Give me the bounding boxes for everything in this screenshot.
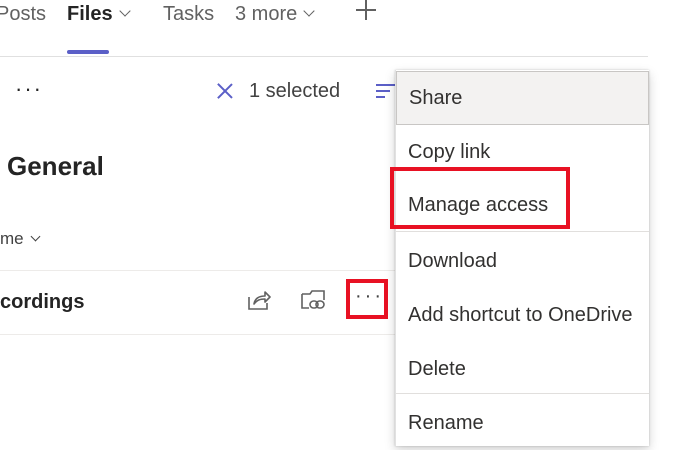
- column-header-name[interactable]: me: [0, 229, 41, 249]
- menu-item-delete[interactable]: Delete: [396, 342, 649, 396]
- add-tab-icon[interactable]: [354, 0, 378, 24]
- list-divider: [0, 334, 400, 335]
- active-tab-indicator: [67, 50, 109, 54]
- column-header-label: me: [0, 229, 24, 248]
- command-more-button[interactable]: ···: [15, 78, 43, 100]
- row-more-button[interactable]: ···: [346, 279, 388, 319]
- selection-count: 1 selected: [249, 80, 341, 102]
- tab-tasks[interactable]: Tasks: [163, 2, 214, 26]
- menu-divider: [396, 393, 649, 394]
- menu-item-add-shortcut[interactable]: Add shortcut to OneDrive: [396, 288, 649, 342]
- tabbar-divider: [0, 56, 648, 57]
- chevron-down-icon: [118, 5, 131, 17]
- menu-item-rename[interactable]: Rename: [396, 396, 649, 450]
- tab-files-label: Files: [67, 3, 113, 25]
- list-divider: [0, 270, 400, 271]
- tab-more[interactable]: 3 more: [235, 2, 315, 26]
- file-name[interactable]: cordings: [0, 291, 84, 314]
- clear-selection-icon[interactable]: [216, 82, 234, 100]
- tab-posts[interactable]: Posts: [0, 2, 46, 26]
- menu-divider: [396, 231, 649, 232]
- menu-item-download[interactable]: Download: [396, 234, 649, 288]
- page-title: General: [7, 151, 104, 181]
- manage-access-highlight: [390, 167, 570, 229]
- tab-files[interactable]: Files: [67, 2, 131, 26]
- channel-tab-bar: Posts Files Tasks 3 more: [0, 0, 648, 56]
- chevron-down-icon: [303, 5, 315, 17]
- menu-item-share[interactable]: Share: [396, 71, 649, 125]
- file-context-menu: Share Copy link Manage access Download A…: [395, 70, 649, 446]
- ellipsis-icon: ···: [355, 285, 384, 307]
- chevron-down-icon: [30, 231, 41, 242]
- view-options-icon[interactable]: [376, 84, 396, 98]
- share-icon[interactable]: [246, 287, 272, 313]
- copy-link-icon[interactable]: [300, 287, 328, 313]
- window-edge: [648, 0, 678, 446]
- tab-more-label: 3 more: [235, 3, 298, 25]
